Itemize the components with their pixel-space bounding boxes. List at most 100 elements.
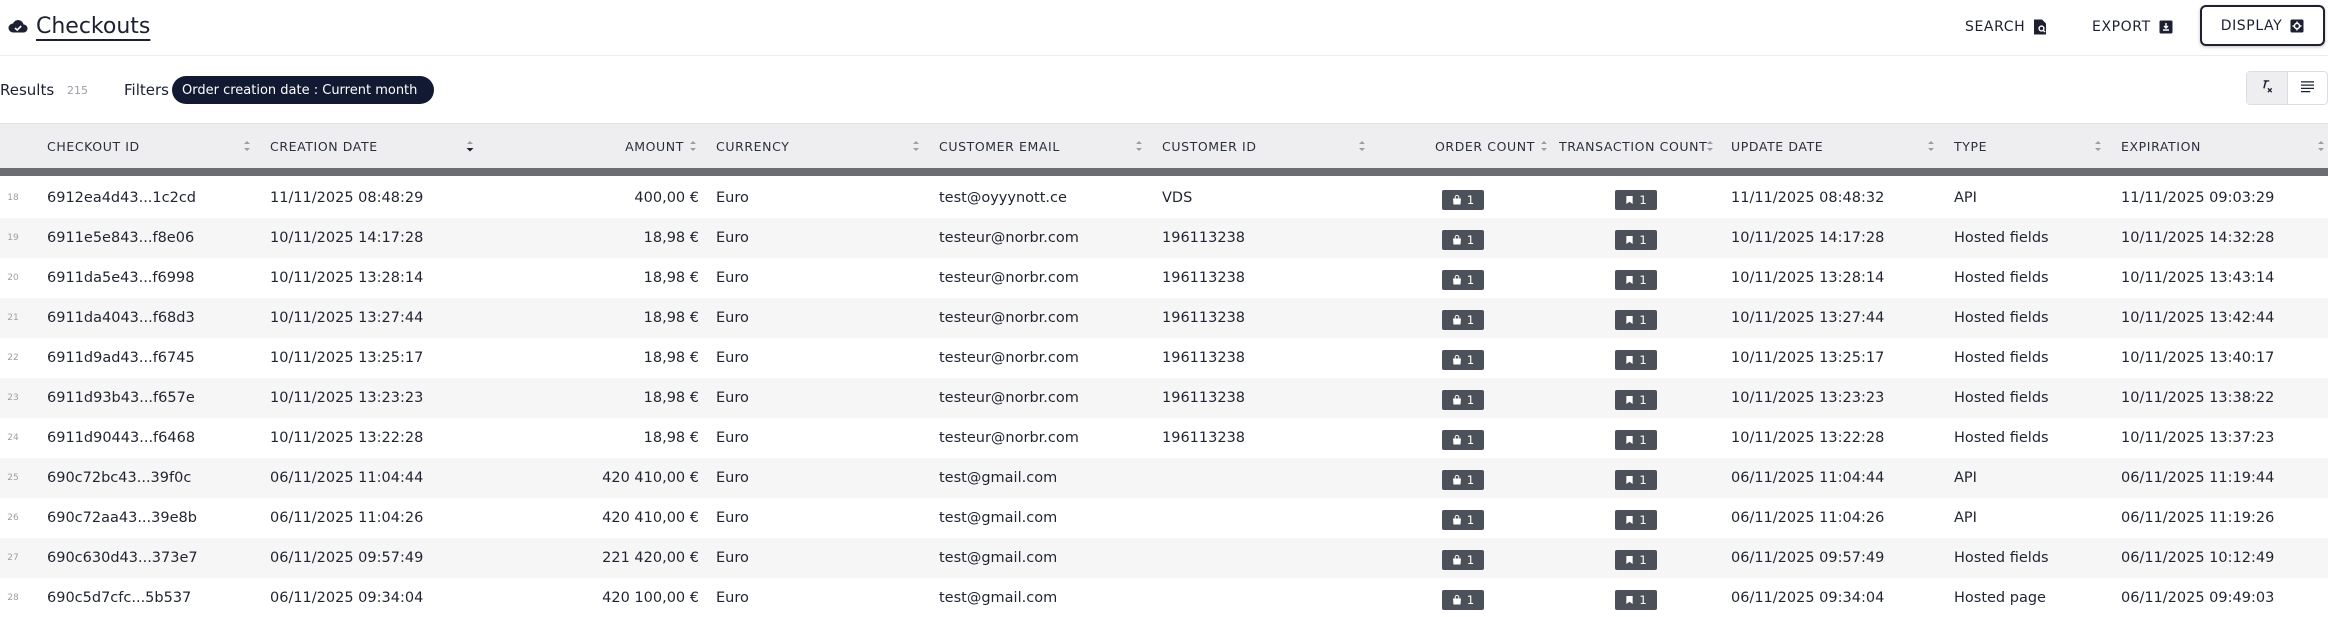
table-row[interactable]: 21 6911da4043...f68d3 10/11/2025 13:27:4… bbox=[0, 298, 2328, 338]
transaction-count-badge[interactable]: 1 bbox=[1615, 190, 1657, 210]
cell-checkout-id[interactable]: 6912ea4d43...1c2cd bbox=[47, 178, 196, 218]
sort-icon[interactable] bbox=[1705, 137, 1715, 155]
table-row[interactable]: 22 6911d9ad43...f6745 10/11/2025 13:25:1… bbox=[0, 338, 2328, 378]
column-header-amount[interactable]: AMOUNT bbox=[480, 124, 684, 169]
cell-checkout-id[interactable]: 690c72aa43...39e8b bbox=[47, 498, 197, 538]
clear-format-button[interactable] bbox=[2247, 72, 2287, 104]
table-row[interactable]: 27 690c630d43...373e7 06/11/2025 09:57:4… bbox=[0, 538, 2328, 578]
table-row[interactable]: 18 6912ea4d43...1c2cd 11/11/2025 08:48:2… bbox=[0, 178, 2328, 218]
table-row[interactable]: 20 6911da5e43...f6998 10/11/2025 13:28:1… bbox=[0, 258, 2328, 298]
order-count-value: 1 bbox=[1466, 313, 1475, 327]
cell-checkout-id[interactable]: 6911e5e843...f8e06 bbox=[47, 218, 194, 258]
table-row[interactable]: 23 6911d93b43...f657e 10/11/2025 13:23:2… bbox=[0, 378, 2328, 418]
export-button[interactable]: EXPORT bbox=[2092, 10, 2173, 44]
cell-checkout-id[interactable]: 690c5d7cfc...5b537 bbox=[47, 578, 191, 617]
order-count-value: 1 bbox=[1466, 273, 1475, 287]
sort-icon[interactable] bbox=[1539, 137, 1549, 155]
order-count-badge[interactable]: 1 bbox=[1442, 270, 1484, 290]
cell-expiration: 06/11/2025 11:19:44 bbox=[2121, 470, 2275, 486]
column-header-checkout-id[interactable]: CHECKOUT ID bbox=[47, 124, 140, 169]
cell-checkout-id[interactable]: 6911d93b43...f657e bbox=[47, 378, 195, 418]
cell-checkout-id[interactable]: 690c630d43...373e7 bbox=[47, 538, 198, 578]
transaction-count-badge[interactable]: 1 bbox=[1615, 270, 1657, 290]
column-label: TYPE bbox=[1954, 139, 1988, 154]
order-count-badge[interactable]: 1 bbox=[1442, 310, 1484, 330]
cell-update-date: 10/11/2025 13:25:17 bbox=[1731, 350, 1885, 366]
order-count-badge[interactable]: 1 bbox=[1442, 590, 1484, 610]
column-header-customer-email[interactable]: CUSTOMER EMAIL bbox=[939, 124, 1060, 169]
table-row[interactable]: 19 6911e5e843...f8e06 10/11/2025 14:17:2… bbox=[0, 218, 2328, 258]
table-row[interactable]: 25 690c72bc43...39f0c 06/11/2025 11:04:4… bbox=[0, 458, 2328, 498]
cell-update-date: 06/11/2025 11:04:44 bbox=[1731, 470, 1885, 486]
column-label: CURRENCY bbox=[716, 139, 790, 154]
cell-checkout-id[interactable]: 6911da5e43...f6998 bbox=[47, 258, 194, 298]
cell-currency: Euro bbox=[716, 230, 749, 246]
cell-amount: 18,98 € bbox=[643, 430, 699, 446]
sort-icon[interactable] bbox=[688, 137, 698, 155]
cell-creation-date: 06/11/2025 11:04:44 bbox=[270, 470, 424, 486]
cell-checkout-id[interactable]: 6911da4043...f68d3 bbox=[47, 298, 195, 338]
transaction-count-badge[interactable]: 1 bbox=[1615, 590, 1657, 610]
display-button[interactable]: DISPLAY bbox=[2200, 5, 2325, 46]
transaction-count-badge[interactable]: 1 bbox=[1615, 230, 1657, 250]
column-header-expiration[interactable]: EXPIRATION bbox=[2121, 124, 2201, 169]
cell-update-date: 06/11/2025 11:04:26 bbox=[1731, 510, 1885, 526]
transaction-count-badge[interactable]: 1 bbox=[1615, 430, 1657, 450]
row-number: 23 bbox=[7, 393, 19, 403]
cell-creation-date: 10/11/2025 13:25:17 bbox=[270, 350, 424, 366]
table-row[interactable]: 28 690c5d7cfc...5b537 06/11/2025 09:34:0… bbox=[0, 578, 2328, 617]
order-count-badge[interactable]: 1 bbox=[1442, 190, 1484, 210]
transaction-count-badge[interactable]: 1 bbox=[1615, 550, 1657, 570]
sort-icon[interactable] bbox=[242, 137, 252, 155]
transaction-count-badge[interactable]: 1 bbox=[1615, 390, 1657, 410]
column-header-update-date[interactable]: UPDATE DATE bbox=[1731, 124, 1823, 169]
order-count-badge[interactable]: 1 bbox=[1442, 390, 1484, 410]
search-button[interactable]: SEARCH bbox=[1965, 10, 2047, 44]
table-row[interactable]: 24 6911d90443...f6468 10/11/2025 13:22:2… bbox=[0, 418, 2328, 458]
horizontal-scrollbar[interactable] bbox=[0, 168, 2328, 176]
cell-customer-email: test@gmail.com bbox=[939, 550, 1058, 566]
cell-type: Hosted fields bbox=[1954, 230, 2049, 246]
sort-icon[interactable] bbox=[911, 137, 921, 155]
cell-amount: 18,98 € bbox=[643, 270, 699, 286]
cell-update-date: 10/11/2025 13:28:14 bbox=[1731, 270, 1885, 286]
sort-icon[interactable] bbox=[1134, 137, 1144, 155]
order-count-badge[interactable]: 1 bbox=[1442, 230, 1484, 250]
cell-checkout-id[interactable]: 690c72bc43...39f0c bbox=[47, 458, 191, 498]
cell-checkout-id[interactable]: 6911d9ad43...f6745 bbox=[47, 338, 195, 378]
transaction-count-badge[interactable]: 1 bbox=[1615, 510, 1657, 530]
sort-icon[interactable] bbox=[1926, 137, 1936, 155]
transaction-count-value: 1 bbox=[1639, 433, 1647, 447]
transaction-count-badge[interactable]: 1 bbox=[1615, 350, 1657, 370]
column-header-customer-id[interactable]: CUSTOMER ID bbox=[1162, 124, 1257, 169]
order-count-badge[interactable]: 1 bbox=[1442, 350, 1484, 370]
order-count-badge[interactable]: 1 bbox=[1442, 550, 1484, 570]
cell-expiration: 10/11/2025 13:38:22 bbox=[2121, 390, 2275, 406]
list-view-button[interactable] bbox=[2286, 72, 2327, 104]
cell-currency: Euro bbox=[716, 510, 749, 526]
order-count-badge[interactable]: 1 bbox=[1442, 470, 1484, 490]
sort-icon[interactable] bbox=[2093, 137, 2103, 155]
cell-creation-date: 11/11/2025 08:48:29 bbox=[270, 190, 424, 206]
column-label: UPDATE DATE bbox=[1731, 139, 1824, 154]
sort-icon[interactable] bbox=[1357, 137, 1367, 155]
column-header-transaction-count[interactable]: TRANSACTION COUNT bbox=[1559, 124, 1707, 169]
sort-icon[interactable] bbox=[2316, 137, 2326, 155]
active-filter-chip[interactable]: Order creation date : Current month bbox=[172, 76, 435, 104]
column-header-type[interactable]: TYPE bbox=[1954, 124, 1987, 169]
column-header-order-count[interactable]: ORDER COUNT bbox=[1380, 124, 1535, 169]
column-header-currency[interactable]: CURRENCY bbox=[716, 124, 789, 169]
table-row[interactable]: 26 690c72aa43...39e8b 06/11/2025 11:04:2… bbox=[0, 498, 2328, 538]
column-header-creation-date[interactable]: CREATION DATE bbox=[270, 124, 378, 169]
cell-update-date: 10/11/2025 13:22:28 bbox=[1731, 430, 1885, 446]
cell-creation-date: 06/11/2025 09:34:04 bbox=[270, 590, 424, 606]
transaction-count-badge[interactable]: 1 bbox=[1615, 470, 1657, 490]
transaction-count-badge[interactable]: 1 bbox=[1615, 310, 1657, 330]
sort-desc-icon[interactable] bbox=[465, 137, 475, 155]
order-count-badge[interactable]: 1 bbox=[1442, 430, 1484, 450]
cell-customer-id: 196113238 bbox=[1162, 390, 1246, 406]
cell-currency: Euro bbox=[716, 190, 749, 206]
order-count-badge[interactable]: 1 bbox=[1442, 510, 1484, 530]
cell-checkout-id[interactable]: 6911d90443...f6468 bbox=[47, 418, 195, 458]
order-count-value: 1 bbox=[1466, 513, 1475, 527]
